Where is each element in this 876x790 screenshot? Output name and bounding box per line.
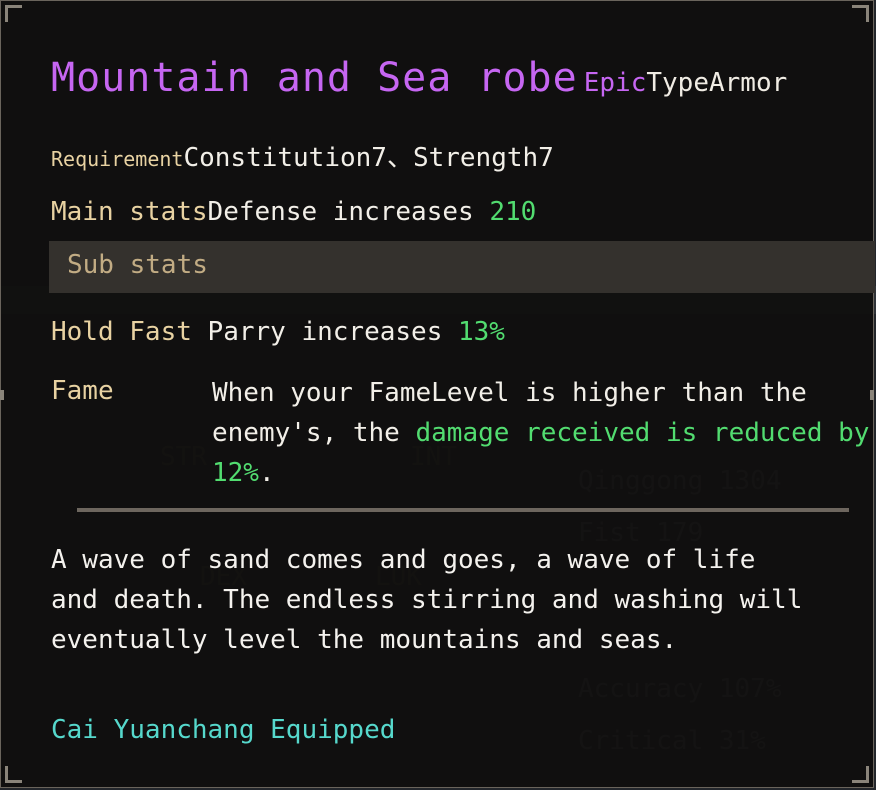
equipped-by-label: Cai Yuanchang Equipped — [51, 715, 396, 745]
hold-fast-text: Parry increases — [207, 317, 458, 347]
item-name: Mountain and Sea robe — [51, 55, 578, 101]
frame-tick — [0, 390, 4, 400]
item-type-label: Type — [646, 68, 709, 98]
item-description: A wave of sand comes and goes, a wave of… — [51, 545, 803, 655]
frame-corner — [852, 5, 869, 22]
fame-description: When your FameLevel is higher than the e… — [212, 373, 872, 493]
fame-label: Fame — [51, 376, 114, 406]
main-stats-text: Defense increases — [207, 197, 490, 227]
main-stats-row: Main statsDefense increases 210 — [51, 197, 536, 227]
item-title-row: Mountain and Sea robe EpicTypeArmor — [51, 55, 787, 101]
frame-corner — [5, 766, 22, 783]
frame-corner — [852, 766, 869, 783]
main-stats-value: 210 — [489, 197, 537, 227]
requirement-value: Constitution7、Strength7 — [183, 143, 554, 173]
requirement-label: Requirement — [51, 147, 184, 171]
fame-text-part2: . — [258, 458, 275, 488]
divider — [77, 508, 849, 512]
hold-fast-label: Hold Fast — [51, 317, 192, 347]
hold-fast-row: Hold Fast Parry increases 13% — [51, 317, 505, 347]
item-rarity: Epic — [583, 68, 647, 98]
requirement-row: RequirementConstitution7、Strength7 — [51, 137, 554, 174]
hold-fast-value: 13% — [458, 317, 505, 347]
item-type-value: Armor — [708, 68, 788, 98]
sub-stats-header: Sub stats — [49, 241, 875, 293]
frame-corner — [5, 5, 22, 22]
item-tooltip: Mountain and Sea robe EpicTypeArmor Requi… — [0, 0, 875, 788]
sub-stats-title: Sub stats — [67, 250, 208, 280]
main-stats-label: Main stats — [51, 197, 208, 227]
